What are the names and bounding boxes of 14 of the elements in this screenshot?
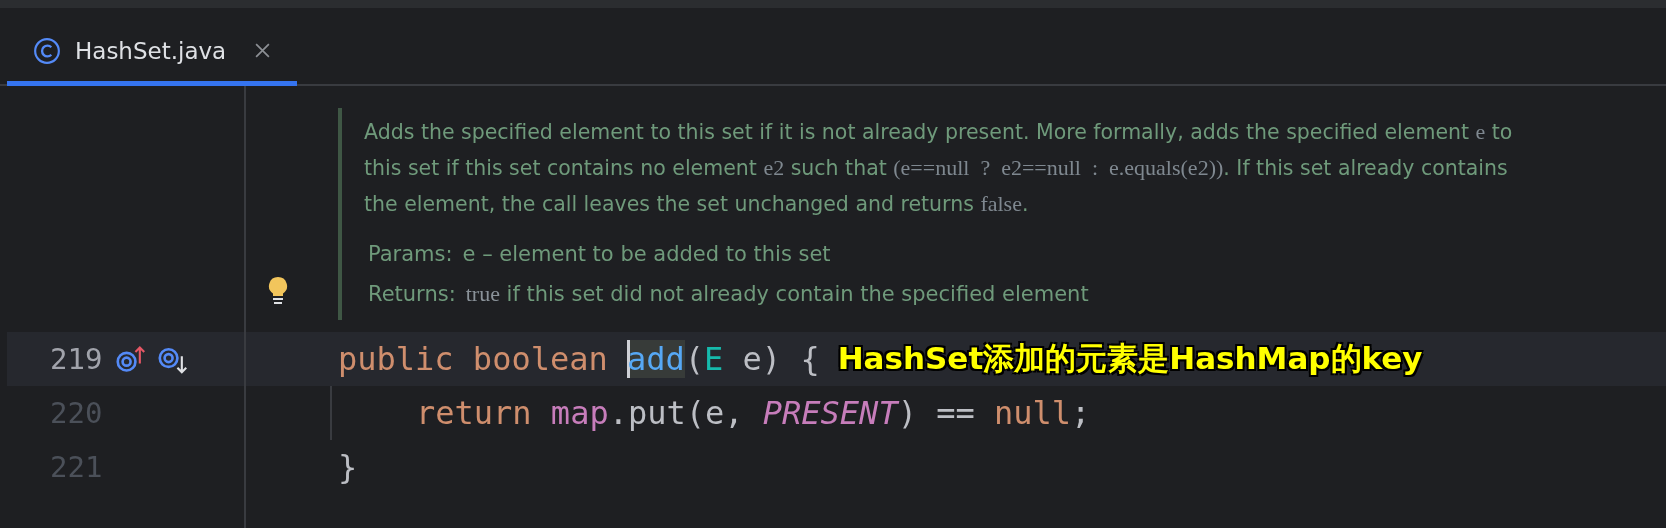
close-icon[interactable] [254, 42, 272, 59]
class-icon [33, 36, 61, 65]
code-line: } [338, 448, 358, 486]
line-number: 219 [50, 342, 104, 376]
lightbulb-icon[interactable] [268, 276, 288, 306]
target-up-arrow-icon[interactable] [116, 344, 146, 374]
code-line: return map.put(e, PRESENT) == null; [416, 394, 1091, 432]
returns-text: true if this set did not already contain the specified element [465, 280, 1089, 308]
file-tab[interactable]: HashSet.java [7, 20, 298, 86]
returns-label: Returns: [368, 281, 456, 308]
annotation-text: HashSet添加的元素是HashMap的key [837, 339, 1423, 378]
params-text: e – element to be added to this set [462, 241, 831, 268]
doc-description: Adds the specified element to this set if it is not already present. More formally, adds the specified element e to this set if this set contains no element e2 such that (e==null ? e2==null : e.equals(e2)). If this set already contains the element, the call leaves the set unchanged and returns false. [364, 118, 1514, 218]
params-label: Params: [368, 241, 453, 268]
